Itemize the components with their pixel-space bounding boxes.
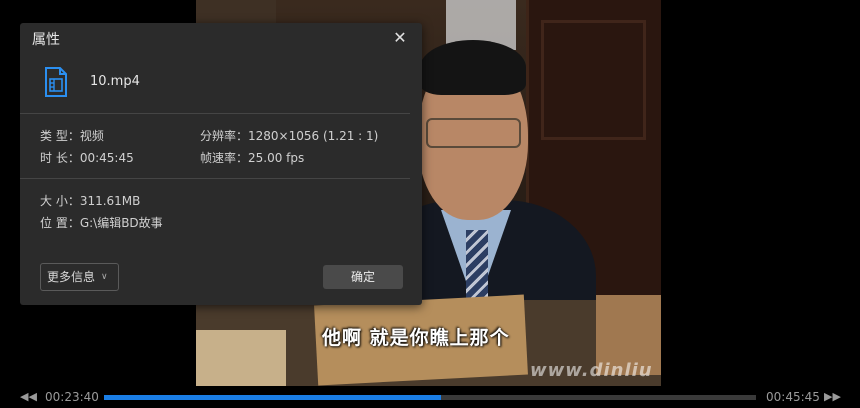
total-time: 00:45:45 <box>766 390 820 404</box>
door-panel <box>541 20 646 140</box>
ok-button[interactable]: 确定 <box>323 265 403 289</box>
resolution-property: 分辨率：1280×1056 (1.21 : 1) <box>200 129 379 143</box>
progress-fill <box>104 395 442 400</box>
duration-property: 时 长：00:45:45 <box>40 151 134 165</box>
video-file-icon <box>45 67 67 97</box>
more-info-dropdown[interactable]: 更多信息 ∨ <box>40 263 119 291</box>
video-subtitle: 他啊 就是你瞧上那个 <box>322 327 510 349</box>
fast-forward-icon[interactable]: ▶▶ <box>824 390 841 404</box>
desk-box <box>196 330 286 386</box>
file-name: 10.mp4 <box>90 74 140 89</box>
current-time: 00:23:40 <box>45 390 99 404</box>
video-watermark: www.dinliu <box>530 360 653 381</box>
type-property: 类 型：视频 <box>40 129 104 143</box>
size-property: 大 小：311.61MB <box>40 194 141 208</box>
chevron-down-icon: ∨ <box>101 272 108 282</box>
player-bar: ◀◀ 00:23:40 00:45:45 ▶▶ <box>0 386 860 408</box>
divider <box>20 178 410 179</box>
progress-bar[interactable] <box>104 395 756 400</box>
man-hair <box>420 40 526 95</box>
close-icon[interactable]: ✕ <box>391 29 409 47</box>
more-info-label: 更多信息 <box>47 270 96 284</box>
divider <box>20 113 410 114</box>
properties-dialog: 属性 ✕ 10.mp4 类 型：视频 分辨率：1280×1056 (1.21 :… <box>20 23 422 305</box>
man-glasses <box>426 118 521 148</box>
dialog-title: 属性 <box>32 32 60 48</box>
location-property: 位 置：G:\编辑BD故事 <box>40 216 163 230</box>
framerate-property: 帧速率：25.00 fps <box>200 151 305 165</box>
rewind-icon[interactable]: ◀◀ <box>20 390 37 404</box>
